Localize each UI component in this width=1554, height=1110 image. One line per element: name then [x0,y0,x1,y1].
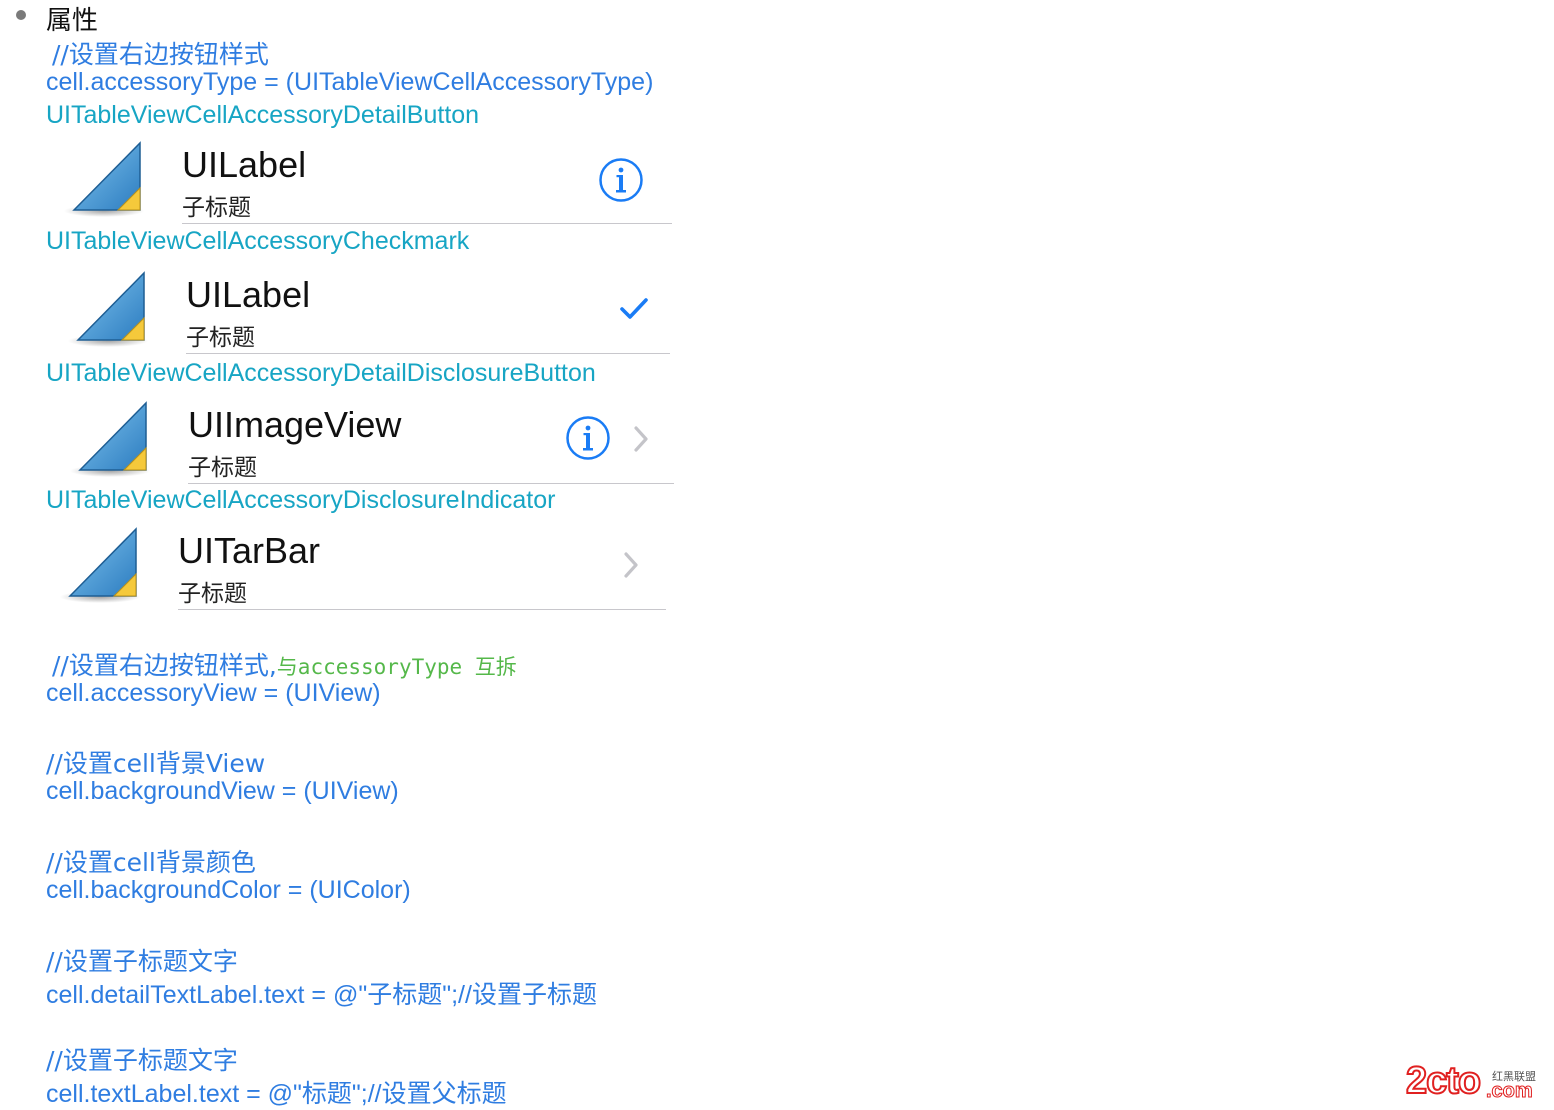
accessory-type-label: UITableViewCellAccessoryCheckmark [46,227,470,255]
checkmark-icon[interactable] [619,297,649,321]
code-comment: //设置cell背景颜色 [46,848,256,877]
accessory-type-label: UITableViewCellAccessoryDetailButton [46,101,480,129]
watermark-main: 2cto [1405,1059,1482,1103]
code-comment: //设置子标题文字 [46,947,238,976]
code-line: cell.accessoryView = (UIView) [46,679,381,707]
accessory-type-label: UITableViewCellAccessoryDetailDisclosure… [46,359,596,387]
table-cell-detail-button: UILabel 子标题 [62,140,674,226]
code-comment: //设置右边按钮样式 [52,40,269,69]
section-heading: 属性 [46,6,99,36]
info-icon[interactable] [565,415,611,461]
watermark-suffix: .com [1486,1080,1534,1103]
code-comment: //设置子标题文字 [46,1046,238,1075]
chevron-right-icon[interactable] [621,551,641,579]
accessory-type-label: UITableViewCellAccessoryDisclosureIndica… [46,486,556,514]
code-line: cell.accessoryType = (UITableViewCellAcc… [46,68,654,96]
triangle-image-icon [64,141,144,217]
triangle-image-icon [70,401,150,477]
cell-subtitle: 子标题 [186,325,255,351]
watermark-logo: 2cto 红黑联盟 .com [1405,1059,1546,1104]
code-comment: //设置右边按钮样式,与accessoryType 互拆 [52,646,517,682]
table-cell-checkmark: UILabel 子标题 [66,270,676,356]
code-line: cell.textLabel.text = @"标题";//设置父标题 [46,1080,507,1108]
cell-title: UILabel [186,274,311,315]
table-cell-detail-disclosure: UIImageView 子标题 [68,400,678,486]
cell-title: UITarBar [178,530,321,571]
chevron-right-icon[interactable] [631,425,651,453]
code-line: cell.backgroundColor = (UIColor) [46,876,411,904]
cell-separator [178,609,666,610]
code-comment-note: 与accessoryType 互拆 [276,655,517,679]
cell-separator [186,353,670,354]
cell-subtitle: 子标题 [178,581,247,607]
table-cell-disclosure-indicator: UITarBar 子标题 [58,526,668,612]
cell-subtitle: 子标题 [188,455,257,481]
code-line: cell.backgroundView = (UIView) [46,777,399,805]
code-line: cell.detailTextLabel.text = @"子标题";//设置子… [46,981,597,1009]
cell-title: UILabel [182,144,307,185]
info-icon[interactable] [598,157,644,203]
list-bullet [16,10,26,20]
triangle-image-icon [60,527,140,603]
cell-title: UIImageView [188,404,402,445]
triangle-image-icon [68,271,148,347]
code-comment-text: //设置右边按钮样式, [52,651,277,680]
code-comment: //设置cell背景View [46,749,266,778]
cell-subtitle: 子标题 [182,195,251,221]
cell-separator [188,483,674,484]
cell-separator [182,223,672,224]
